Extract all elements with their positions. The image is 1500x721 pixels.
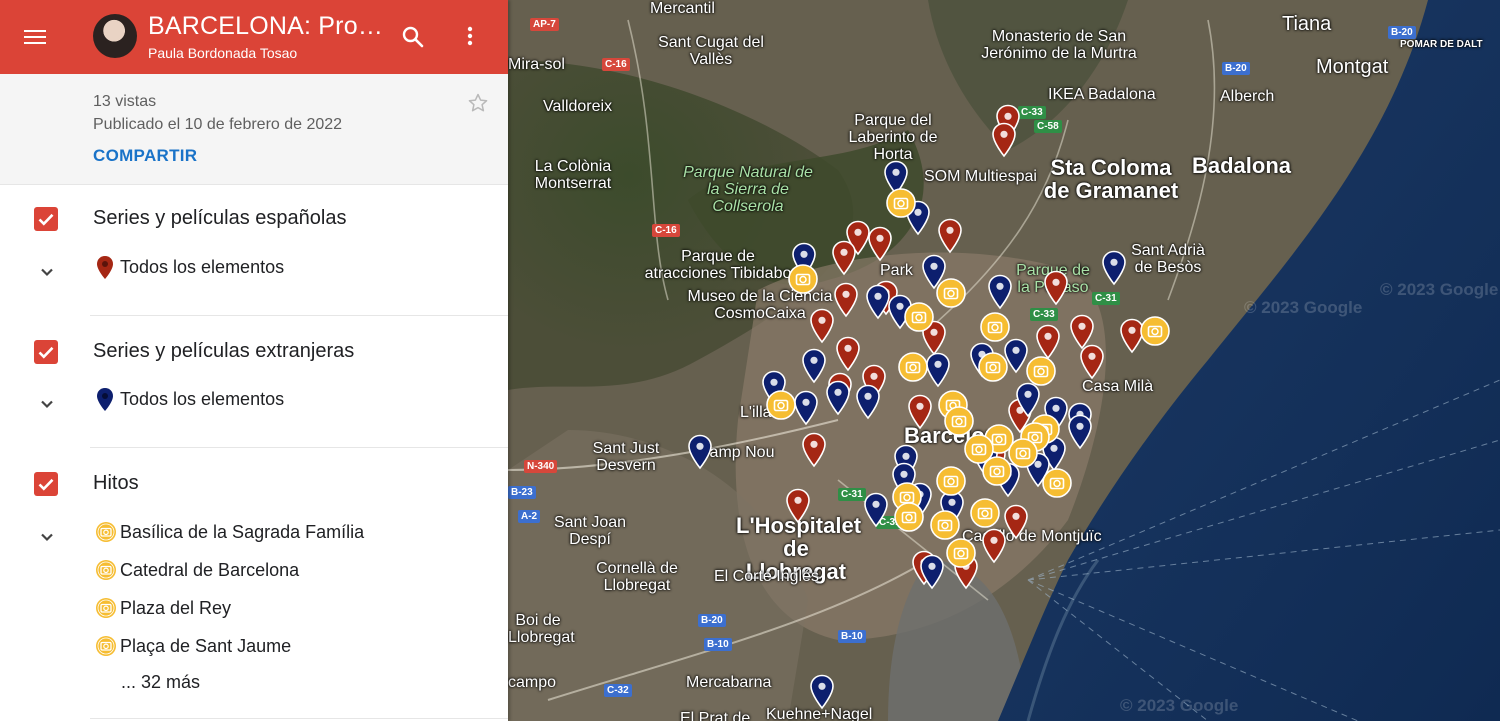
map-label: Valldoreix [543, 98, 613, 115]
road-label: B-10 [838, 630, 866, 643]
view-count: 13 vistas [93, 93, 157, 110]
map-label: Alberch [1220, 88, 1275, 105]
hamburger-menu-icon[interactable] [24, 26, 48, 48]
map-author[interactable]: Paula Bordonada Tosao [148, 45, 297, 61]
road-label: C-31 [838, 488, 866, 501]
map-label: Sant Cugat del Vallès [658, 34, 764, 68]
header-bar: BARCELONA: Producciones audiovisuales Pa… [0, 0, 508, 74]
road-label: C-16 [652, 224, 680, 237]
more-vert-icon[interactable] [458, 22, 482, 52]
map-label: SOM Multiespai [924, 168, 1037, 185]
red-marker-icon [97, 256, 113, 279]
map-label: Parque del Laberinto de Horta [848, 112, 938, 163]
road-label: C-58 [1034, 120, 1062, 133]
map-watermark: © 2023 Google [1244, 298, 1363, 317]
divider [90, 718, 508, 719]
road-label: C-31 [1092, 292, 1120, 305]
road-label: B-20 [1388, 26, 1416, 39]
map-label: Boi de Llobregat [508, 612, 575, 646]
chevron-down-icon[interactable] [36, 261, 58, 283]
map-label: IKEA Badalona [1048, 86, 1156, 103]
divider [90, 447, 508, 448]
camera-icon [96, 636, 116, 656]
road-label: A-2 [518, 510, 541, 523]
map-label: Mercantil [650, 0, 715, 17]
map-label: Sant Just Desvern [592, 440, 660, 474]
road-label: B-20 [1222, 62, 1250, 75]
map-label: El Corte Inglés [714, 568, 819, 585]
map-label: Monasterio de San Jerónimo de la Murtra [981, 28, 1137, 62]
map-label: Mira-sol [508, 56, 565, 73]
map-label: La Colònia Montserrat [534, 158, 612, 192]
search-icon[interactable] [398, 22, 428, 52]
road-label: C-32 [604, 684, 632, 697]
road-label: B-23 [508, 486, 536, 499]
blue-marker-icon [97, 388, 113, 411]
road-label: C-33 [1030, 308, 1058, 321]
layer-checkbox-foreign[interactable] [34, 340, 58, 364]
map-label: Badalona [1192, 153, 1292, 178]
road-label: B-10 [704, 638, 732, 651]
map-watermark: © 2023 Google [1380, 280, 1499, 299]
camera-icon [96, 598, 116, 618]
map-watermark: © 2023 Google [1120, 696, 1239, 715]
chevron-down-icon[interactable] [36, 393, 58, 415]
more-items-link[interactable]: ... 32 más [121, 672, 200, 693]
layer-title-landmarks: Hitos [93, 472, 139, 494]
map-label: Mercabarna [686, 674, 772, 691]
divider [90, 315, 508, 316]
layer-title-spanish: Series y películas españolas [93, 207, 347, 229]
map-label: El Prat de [680, 710, 751, 721]
layer-checkbox-landmarks[interactable] [34, 472, 58, 496]
road-label: AP-7 [530, 18, 559, 31]
map-label: Cornellà de Llobregat [596, 560, 678, 594]
map-label: Sant Joan Despí [553, 514, 627, 548]
map-label: Montgat [1316, 56, 1389, 78]
chevron-down-icon[interactable] [36, 526, 58, 548]
map-label: Parque Natural de la Sierra de Collserol… [683, 164, 813, 215]
map-label: Casa Milà [1082, 378, 1154, 395]
avatar[interactable] [93, 14, 137, 58]
map-label: Parque de atracciones Tibidabo [644, 248, 792, 282]
map-info: 13 vistas Publicado el 10 de febrero de … [0, 74, 508, 185]
road-label: B-20 [698, 614, 726, 627]
map-label: Sta Coloma de Gramanet [1043, 155, 1179, 203]
layer-checkbox-spanish[interactable] [34, 207, 58, 231]
satellite-map[interactable]: Mercantil Sant Cugat del Vallès Mira-sol… [508, 0, 1500, 721]
map-label: Sant Adrià de Besòs [1131, 242, 1205, 276]
star-icon[interactable] [466, 91, 490, 115]
camera-icon [96, 522, 116, 542]
map-label: Tiana [1282, 13, 1332, 35]
road-label: C-33 [1018, 106, 1046, 119]
road-label: C-16 [602, 58, 630, 71]
share-button[interactable]: COMPARTIR [93, 146, 197, 166]
map-label: campo [508, 674, 557, 691]
map-label: Park [880, 262, 913, 279]
published-date: Publicado el 10 de febrero de 2022 [93, 116, 343, 133]
map-title: BARCELONA: Producciones audiovisuales [148, 12, 384, 40]
layer-title-foreign: Series y películas extranjeras [93, 340, 355, 362]
camera-icon [96, 560, 116, 580]
road-label: N-340 [524, 460, 558, 473]
side-panel: BARCELONA: Producciones audiovisuales Pa… [0, 0, 508, 721]
